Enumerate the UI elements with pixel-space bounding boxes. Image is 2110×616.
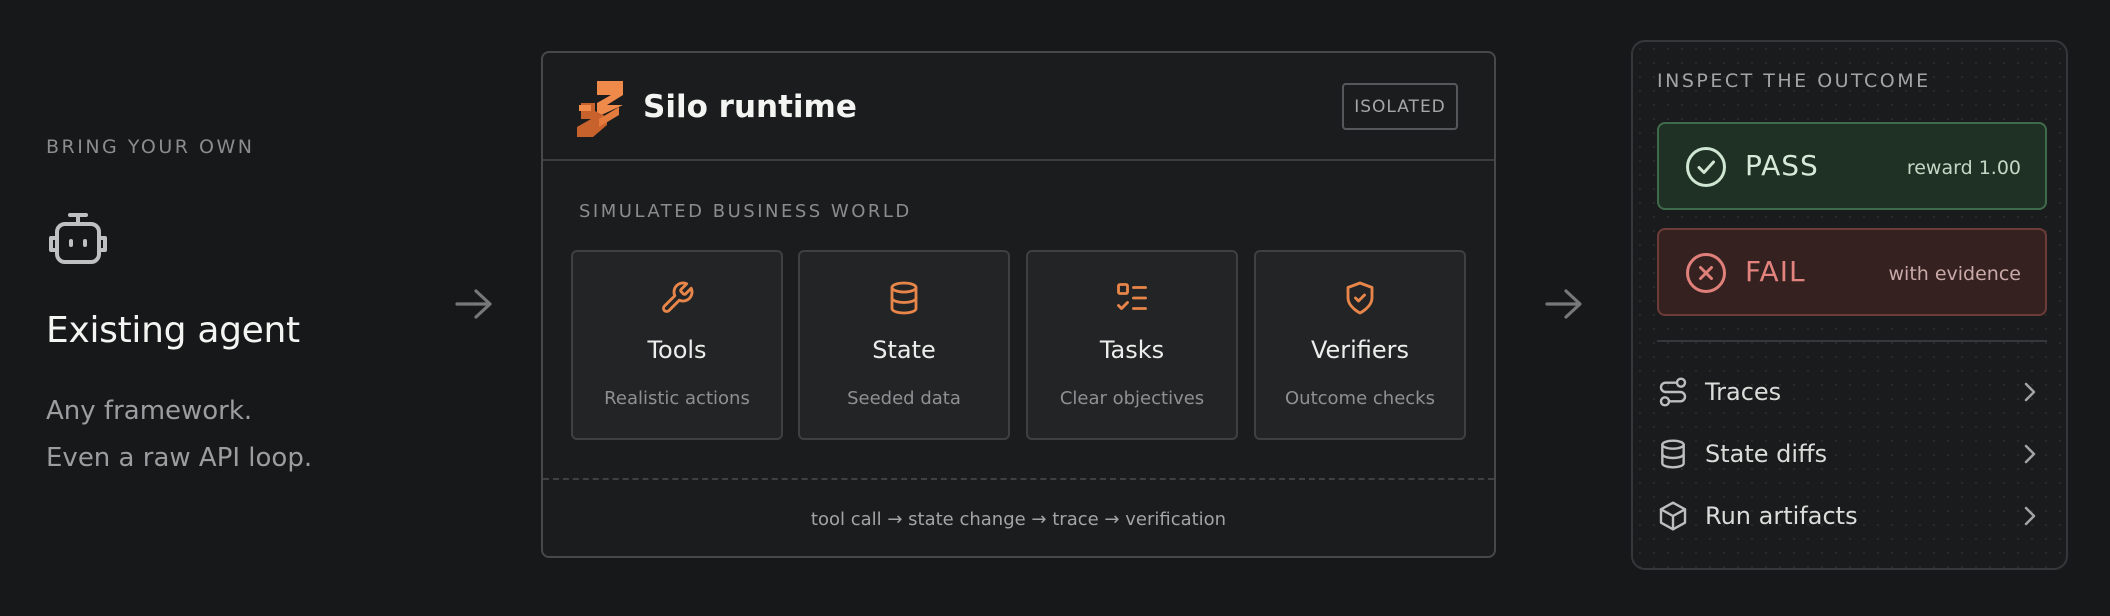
outcome-separator [1657,340,2047,342]
check-circle-icon [1686,147,1726,187]
package-icon [1659,501,1687,531]
wrench-icon [662,281,694,313]
pass-label: PASS [1745,149,1819,182]
card-title: State [872,336,936,364]
runtime-title: Silo runtime [643,89,857,125]
silo-logo-icon [577,81,623,137]
chevron-right-icon [2024,382,2036,402]
outcome-eyebrow: INSPECT THE OUTCOME [1657,70,1931,92]
dashed-divider [543,478,1494,480]
x-circle-icon [1686,253,1726,293]
row-traces[interactable]: Traces [1657,372,2047,412]
card-tasks: Tasks Clear objectives [1026,250,1238,440]
arrow-right-icon [455,289,492,319]
agent-title: Existing agent [46,310,300,351]
outcome-panel: INSPECT THE OUTCOME PASS reward 1.00 FAI… [1631,40,2068,570]
row-label: Run artifacts [1705,502,1858,530]
card-title: Tools [647,336,707,364]
checklist-icon [1117,283,1147,310]
shield-check-icon [1346,281,1374,315]
fail-note: with evidence [1888,263,2022,285]
card-verifiers: Verifiers Outcome checks [1254,250,1466,440]
row-run-artifacts[interactable]: Run artifacts [1657,496,2047,536]
agent-desc-line-2: Even a raw API loop. [46,443,313,473]
database-icon [890,281,918,315]
route-icon [1659,377,1687,407]
chevron-right-icon [2024,444,2036,464]
database-icon [1661,439,1685,469]
fail-label: FAIL [1745,255,1806,288]
runtime-cards: Tools Realistic actions State Seeded dat… [571,250,1466,440]
row-label: Traces [1705,378,1782,406]
pass-note: reward 1.00 [1906,157,2021,179]
card-title: Verifiers [1310,336,1410,364]
row-label: State diffs [1705,440,1828,468]
card-state: State Seeded data [798,250,1010,440]
runtime-panel: Silo runtime ISOLATED SIMULATED BUSINESS… [541,51,1496,558]
robot-icon [49,213,107,264]
card-subtitle: Realistic actions [604,388,750,409]
arrow-right-icon [1545,289,1582,319]
row-state-diffs[interactable]: State diffs [1657,434,2047,474]
card-subtitle: Clear objectives [1059,388,1205,409]
runtime-flow: tool call → state change → trace → verif… [810,509,1227,530]
fail-result: FAIL with evidence [1657,228,2047,316]
chevron-right-icon [2024,506,2036,526]
agent-description: Any framework. Even a raw API loop. [46,388,312,482]
runtime-eyebrow: SIMULATED BUSINESS WORLD [579,201,912,222]
card-subtitle: Seeded data [847,388,961,409]
diagram-stage: BRING YOUR OWN Existing agent Any framew… [0,0,2110,616]
card-subtitle: Outcome checks [1285,388,1435,409]
card-tools: Tools Realistic actions [571,250,783,440]
agent-desc-line-1: Any framework. [46,396,253,426]
pass-result: PASS reward 1.00 [1657,122,2047,210]
card-title: Tasks [1099,336,1165,364]
agent-eyebrow: BRING YOUR OWN [46,136,255,158]
isolated-badge: ISOLATED [1342,83,1458,130]
runtime-header: Silo runtime ISOLATED [543,53,1494,161]
